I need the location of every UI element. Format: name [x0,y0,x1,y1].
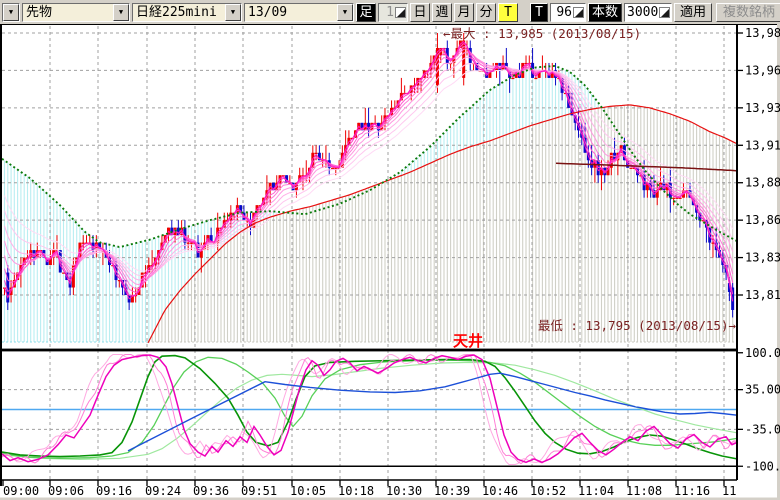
day-button[interactable]: 日 [410,3,430,22]
instrument-select[interactable]: 日経225mini ▼ [132,3,242,22]
time-label: 11:08 [626,484,662,498]
time-label: 11:16 [674,484,710,498]
high-annotation: ←最大 : 13,985 (2013/08/15) [443,26,641,41]
axis-label: 13,910 [745,138,780,152]
chart-plot[interactable]: 13,985 13,960 13,935 13,910 13,885 13,860 13,8… [0,24,780,500]
bar-count-label: 本数 [588,3,622,22]
category-value: 先物 [23,4,113,21]
axis-label: 13,985 [745,26,780,40]
tick-size-spinner[interactable]: 96 [550,3,586,22]
tick-size-value: 96 [553,5,573,20]
chart-window: ▼ 先物 ▼ 日経225mini ▼ 13/09 ▼ 足 1 日 週 月 分 T… [0,0,780,500]
time-label: 10:52 [530,484,566,498]
time-label: 09:24 [145,484,181,498]
time-label: 11 [722,484,736,498]
spinner-icon[interactable] [659,7,670,18]
toolbar: ▼ 先物 ▼ 日経225mini ▼ 13/09 ▼ 足 1 日 週 月 分 T… [0,0,780,24]
time-label: 09:16 [96,484,132,498]
chevron-down-icon[interactable]: ▼ [3,4,19,21]
axis-label: 13,810 [745,288,780,302]
low-annotation: 最低 : 13,795 (2013/08/15)→ [538,318,737,333]
contract-month-value: 13/09 [245,4,337,21]
bar-count-spinner[interactable]: 3000 [624,3,672,22]
spinner-icon[interactable] [573,7,584,18]
time-label: 10:46 [482,484,518,498]
tick-button-active[interactable]: T [498,3,518,22]
minute-button[interactable]: 分 [476,3,496,22]
contract-month-select[interactable]: 13/09 ▼ [244,3,354,22]
bar-count-value: 3000 [627,5,659,20]
axis-label: 13,860 [745,213,780,227]
week-button[interactable]: 週 [432,3,452,22]
category-select[interactable]: 先物 ▼ [22,3,130,22]
axis-label: -100.0 [745,459,780,473]
preset-combo[interactable]: ▼ [2,3,20,22]
time-label: 10:05 [290,484,326,498]
time-label: 10:30 [386,484,422,498]
bar-interval-spinner[interactable]: 1 [378,3,408,22]
axis-label: 13,960 [745,63,780,77]
price-chart-svg: 13,985 13,960 13,935 13,910 13,885 13,860 13,8… [0,24,780,500]
axis-label: 13,935 [745,101,780,115]
chevron-down-icon[interactable]: ▼ [225,4,241,21]
time-label: 09:06 [48,484,84,498]
axis-label: -35.00 [745,422,780,436]
multi-symbol-button[interactable]: 複数銘柄 [716,3,780,22]
bar-type-label: 足 [356,3,376,22]
tick-size-label: T [530,3,548,22]
time-label: 10:18 [338,484,374,498]
axis-label: 13,835 [745,251,780,265]
time-label: 09:51 [241,484,277,498]
time-label: 10:39 [434,484,470,498]
month-button[interactable]: 月 [454,3,474,22]
time-label: 09:00 [3,484,39,498]
instrument-value: 日経225mini [133,4,225,21]
time-label: 11:04 [578,484,614,498]
chevron-down-icon[interactable]: ▼ [113,4,129,21]
ceiling-annotation: 天井 [453,332,483,350]
axis-label: 13,885 [745,176,780,190]
axis-label: 35.00 [745,383,780,397]
time-label: 09:36 [193,484,229,498]
chevron-down-icon[interactable]: ▼ [337,4,353,21]
axis-label: 100.00 [745,346,780,360]
apply-button[interactable]: 適用 [674,3,712,22]
bar-interval-value: 1 [381,5,395,20]
spinner-icon[interactable] [395,7,406,18]
